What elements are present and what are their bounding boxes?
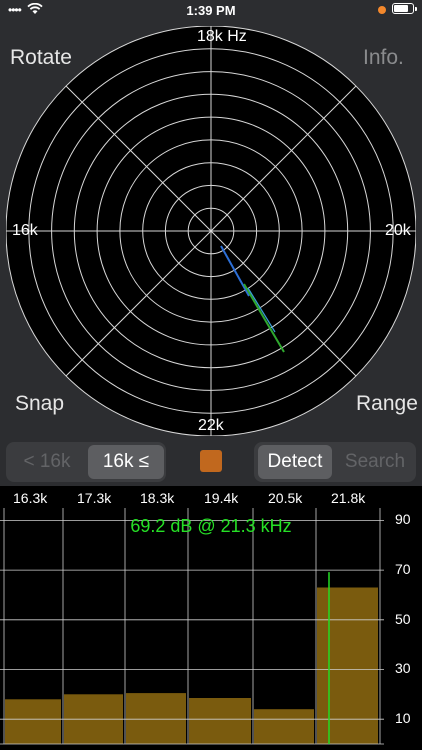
status-time: 1:39 PM [186,3,236,18]
snap-button[interactable]: Snap [15,392,64,416]
spectrum-bar [254,709,314,744]
rotate-button[interactable]: Rotate [10,46,72,70]
range-low-segment[interactable]: < 16k [10,445,84,479]
info-button[interactable]: Info. [363,46,404,70]
db-tick-label: 10 [395,710,411,727]
radar-label-top: 18k Hz [197,28,247,45]
frequency-tick-label: 20.5k [268,490,303,506]
frequency-tick-label: 19.4k [204,490,239,506]
db-tick-label: 70 [395,561,411,578]
radar-label-bottom: 22k [198,417,224,434]
battery-icon [392,3,414,14]
battery-nub [415,7,417,11]
db-tick-label: 50 [395,610,411,627]
db-tick-label: 30 [395,660,411,677]
peak-readout: 69.2 dB @ 21.3 kHz [130,516,292,536]
mode-segmented-control: Detect Search [254,442,416,482]
spectrum-bar [189,698,251,744]
range-button[interactable]: Range [356,392,418,416]
spectrum-bar [5,699,61,744]
frequency-tick-label: 16.3k [13,490,48,506]
range-segmented-control: < 16k 16k ≤ [6,442,166,482]
frequency-tick-label: 18.3k [140,490,175,506]
radar-grid [6,26,416,436]
detect-segment[interactable]: Detect [258,445,332,479]
spectrum-bar [126,693,186,744]
search-segment[interactable]: Search [336,445,414,479]
spectrum-bar [317,587,378,744]
status-bar: •••• 1:39 PM [0,0,422,24]
range-high-segment[interactable]: 16k ≤ [88,445,164,479]
frequency-tick-label: 21.8k [331,490,366,506]
location-indicator-icon [378,6,386,14]
color-swatch-button[interactable] [200,450,222,472]
radar-plot[interactable] [6,26,416,436]
radar-label-left: 16k [12,222,38,239]
radar-label-right: 20k [385,222,411,239]
frequency-tick-label: 17.3k [77,490,112,506]
